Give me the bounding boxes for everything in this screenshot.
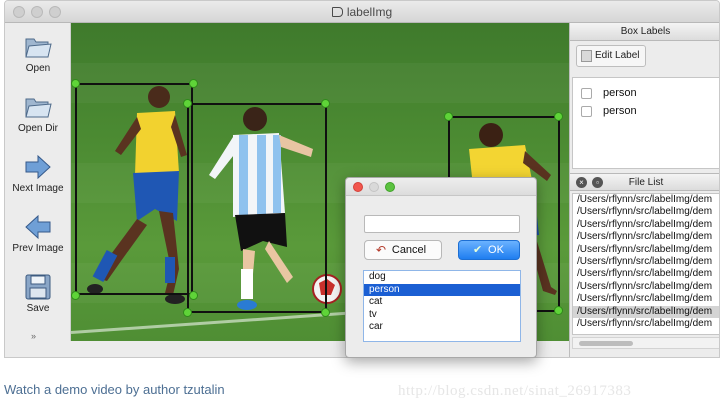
- dialog-close-button[interactable]: [353, 182, 363, 192]
- file-item[interactable]: /Users/rflynn/src/labelImg/dem: [573, 268, 719, 280]
- box-corner-handle[interactable]: [189, 79, 198, 88]
- file-item[interactable]: /Users/rflynn/src/labelImg/dem: [573, 231, 719, 243]
- window-title: labelImg: [5, 5, 719, 19]
- prev-image-label: Prev Image: [12, 243, 64, 254]
- cancel-button[interactable]: ↶ Cancel: [364, 240, 442, 260]
- floppy-disk-icon: [25, 274, 51, 300]
- file-item[interactable]: /Users/rflynn/src/labelImg/dem: [573, 244, 719, 256]
- label-option-selected[interactable]: person: [364, 283, 520, 297]
- box-label-text: person: [603, 87, 637, 99]
- box-corner-handle[interactable]: [183, 99, 192, 108]
- file-item[interactable]: /Users/rflynn/src/labelImg/dem: [573, 194, 719, 206]
- scrollbar-thumb[interactable]: [579, 341, 633, 346]
- title-bar: labelImg: [5, 1, 719, 23]
- save-button[interactable]: Save: [5, 273, 71, 314]
- file-list-header: × ▫ File List: [570, 173, 719, 191]
- ok-text: OK: [488, 244, 504, 256]
- label-option[interactable]: cat: [364, 296, 520, 309]
- watermark-text: http://blog.csdn.net/sinat_26917383: [398, 383, 632, 399]
- arrow-right-icon: [25, 154, 51, 180]
- label-option[interactable]: dog: [364, 271, 520, 284]
- toolbar-more-icon[interactable]: »: [31, 331, 36, 341]
- label-option[interactable]: car: [364, 321, 520, 334]
- next-image-button[interactable]: Next Image: [5, 153, 71, 194]
- file-item[interactable]: /Users/rflynn/src/labelImg/dem: [573, 219, 719, 231]
- ok-button[interactable]: ✔ OK: [458, 240, 520, 260]
- file-list-title: File List: [628, 177, 664, 188]
- folder-open-icon: [25, 38, 52, 58]
- save-label: Save: [26, 303, 50, 314]
- file-item[interactable]: /Users/rflynn/src/labelImg/dem: [573, 281, 719, 293]
- label-input[interactable]: [364, 215, 520, 233]
- edit-label-button[interactable]: Edit Label: [576, 45, 646, 67]
- open-label: Open: [25, 63, 51, 74]
- file-item[interactable]: /Users/rflynn/src/labelImg/dem: [573, 206, 719, 218]
- folder-open-icon: [25, 98, 52, 118]
- cancel-text: Cancel: [391, 244, 427, 256]
- left-toolbar: Open Open Dir Next Image Prev Image Save…: [5, 23, 71, 341]
- dialog-minimize-button[interactable]: [369, 182, 379, 192]
- label-option[interactable]: tv: [364, 309, 520, 322]
- box-corner-handle[interactable]: [554, 306, 563, 315]
- box-corner-handle[interactable]: [321, 308, 330, 317]
- open-dir-button[interactable]: Open Dir: [5, 93, 71, 134]
- label-checkbox[interactable]: [581, 106, 592, 117]
- arrow-left-icon: [25, 214, 51, 240]
- box-corner-handle[interactable]: [71, 79, 80, 88]
- bounding-box[interactable]: [75, 83, 193, 295]
- prev-image-button[interactable]: Prev Image: [5, 213, 71, 254]
- box-label-item[interactable]: person: [573, 84, 719, 102]
- box-corner-handle[interactable]: [444, 112, 453, 121]
- dialog-title-bar: [346, 178, 536, 196]
- undo-icon: ↶: [375, 243, 387, 257]
- file-item-selected[interactable]: /Users/rflynn/src/labelImg/dem: [573, 305, 719, 318]
- box-corner-handle[interactable]: [183, 308, 192, 317]
- next-image-label: Next Image: [12, 183, 64, 194]
- file-list-scrollbar[interactable]: [572, 337, 719, 349]
- right-panel: Box Labels Edit Label person person × ▫ …: [569, 23, 719, 357]
- box-corner-handle[interactable]: [71, 291, 80, 300]
- open-dir-label: Open Dir: [17, 123, 58, 134]
- label-dialog: ↶ Cancel ✔ OK dog person cat tv car: [345, 177, 537, 358]
- file-item[interactable]: /Users/rflynn/src/labelImg/dem: [573, 293, 719, 305]
- label-checkbox[interactable]: [581, 88, 592, 99]
- file-list: /Users/rflynn/src/labelImg/dem /Users/rf…: [572, 193, 719, 335]
- label-options-list: dog person cat tv car: [363, 270, 521, 342]
- demo-video-link[interactable]: Watch a demo video by author tzutalin: [4, 382, 225, 397]
- check-icon: ✔: [473, 244, 483, 256]
- box-labels-list: person person: [572, 77, 719, 169]
- box-corner-handle[interactable]: [321, 99, 330, 108]
- file-item[interactable]: /Users/rflynn/src/labelImg/dem: [573, 256, 719, 268]
- file-item[interactable]: /Users/rflynn/src/labelImg/dem: [573, 318, 719, 330]
- edit-label-text: Edit Label: [595, 50, 640, 61]
- bounding-box[interactable]: [187, 103, 327, 313]
- box-corner-handle[interactable]: [554, 112, 563, 121]
- box-label-item[interactable]: person: [573, 102, 719, 120]
- open-button[interactable]: Open: [5, 33, 71, 74]
- box-corner-handle[interactable]: [189, 291, 198, 300]
- window-title-text: labelImg: [346, 5, 393, 19]
- edit-icon: [581, 50, 592, 62]
- box-label-text: person: [603, 105, 637, 117]
- dialog-zoom-button[interactable]: [385, 182, 395, 192]
- document-icon: [331, 7, 343, 17]
- box-labels-header: Box Labels: [570, 23, 719, 41]
